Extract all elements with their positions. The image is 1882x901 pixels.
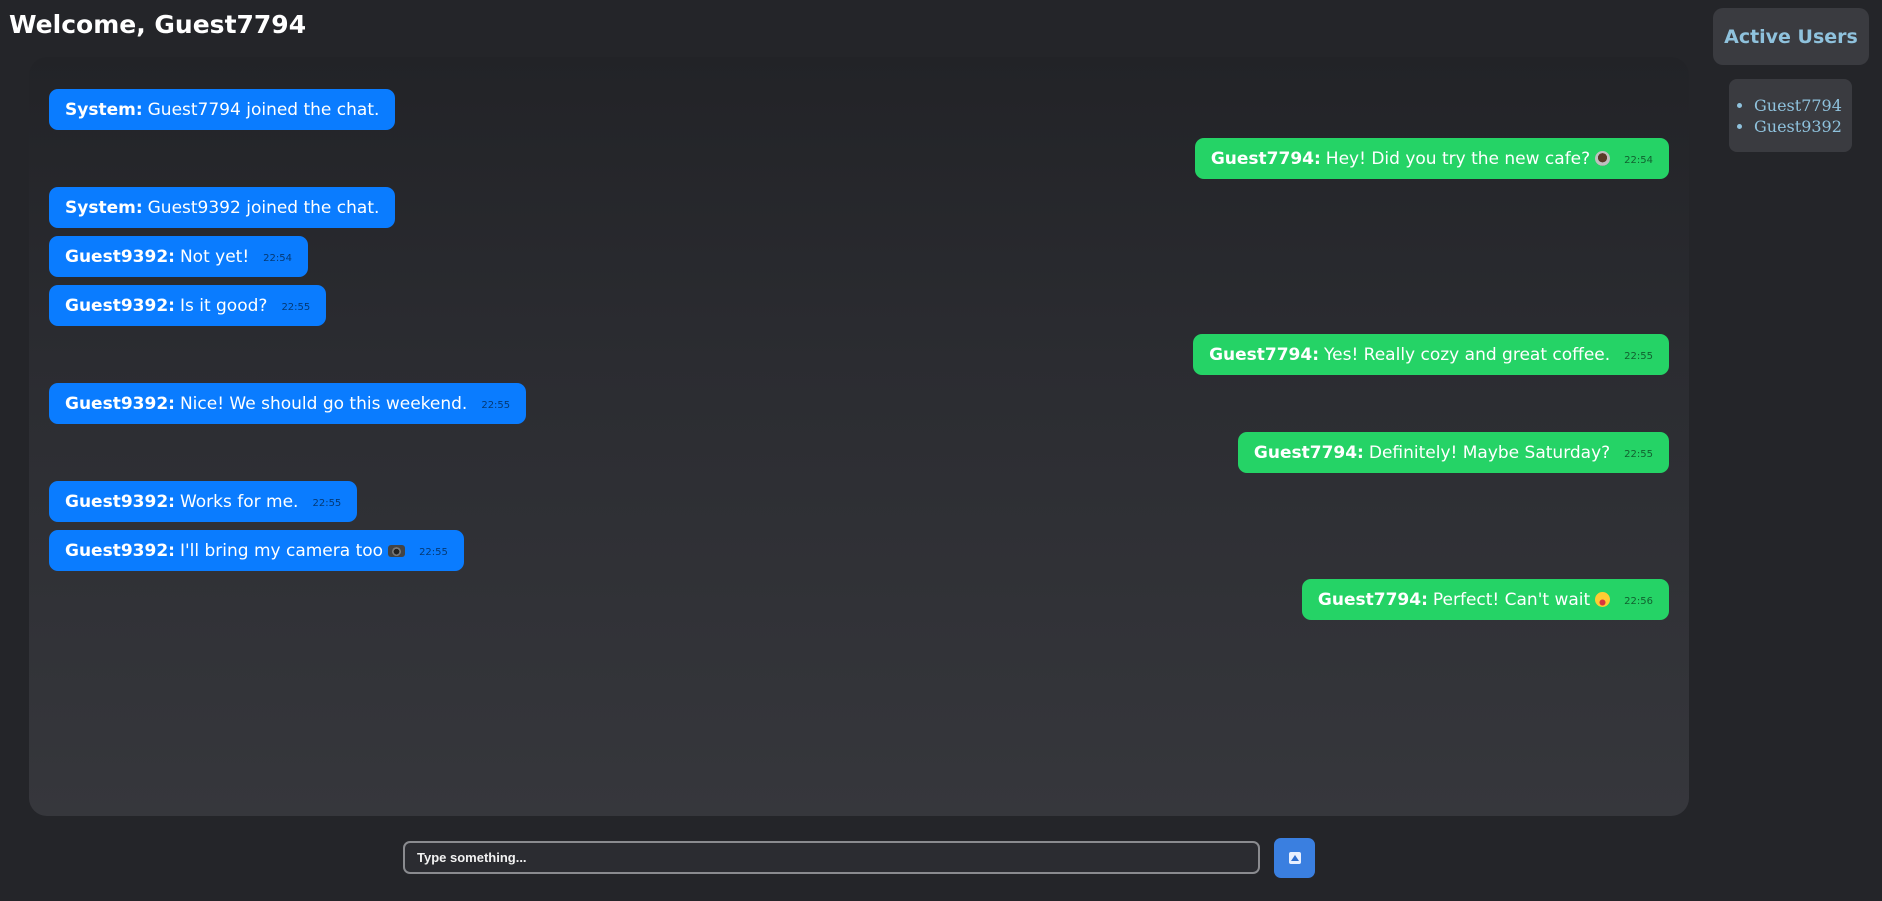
active-user-item: Guest7794 [1737,95,1852,116]
active-user-name: Guest7794 [1754,96,1842,115]
message-timestamp: 22:54 [263,253,292,264]
message-sender: Guest7794: [1210,148,1321,169]
message-row: System: Guest9392 joined the chat. [49,187,1669,228]
message-list: System: Guest7794 joined the chat. Guest77… [49,89,1669,620]
message-timestamp: 22:55 [1624,351,1653,362]
message-sender: Guest9392: [65,246,175,267]
message-sender: Guest9392: [65,491,175,512]
message-text: Not yet! [179,246,250,267]
message-sender: Guest9392: [65,393,175,414]
own-message-bubble: Guest7794: Yes! Really cozy and great cof… [1193,334,1669,375]
message-row: System: Guest7794 joined the chat. [49,89,1669,130]
message-bubble: Guest9392: I'll bring my camera too 22:55 [49,530,464,571]
message-sender: Guest9392: [65,295,175,316]
active-users-title: Active Users [1713,8,1869,65]
coffee-emoji-icon [1595,151,1611,166]
message-bubble: System: Guest9392 joined the chat. [49,187,396,228]
message-row: Guest7794: Definitely! Maybe Saturday? 22:… [49,432,1669,473]
camera-emoji-icon [388,544,406,557]
message-row: Guest9392: Works for me. 22:55 [49,481,1669,522]
message-bubble: Guest9392: Nice! We should go this weeken… [49,383,527,424]
message-row: Guest7794: Perfect! Can't wait 22:56 [49,579,1669,620]
message-timestamp: 22:56 [1624,596,1653,607]
message-text: Definitely! Maybe Saturday? [1368,442,1611,463]
message-timestamp: 22:55 [481,400,511,411]
smile-emoji-icon [1595,592,1611,607]
message-text: Hey! Did you try the new cafe? [1325,148,1591,169]
message-timestamp: 22:54 [1624,155,1653,166]
message-bubble: Guest9392: Works for me. 22:55 [49,481,358,522]
bullet-icon [1737,103,1742,108]
send-icon [1288,852,1301,864]
message-sender: Guest7794: [1253,442,1364,463]
message-row: Guest9392: Is it good? 22:55 [49,285,1669,326]
message-text: I'll bring my camera too [179,540,384,561]
message-row: Guest7794: Hey! Did you try the new cafe?… [49,138,1669,179]
message-row: Guest9392: Nice! We should go this weeken… [49,383,1669,424]
message-timestamp: 22:55 [1624,449,1653,460]
own-message-bubble: Guest7794: Hey! Did you try the new cafe?… [1194,138,1669,179]
message-row: Guest7794: Yes! Really cozy and great cof… [49,334,1669,375]
own-message-bubble: Guest7794: Perfect! Can't wait 22:56 [1301,579,1669,620]
message-input[interactable] [403,841,1260,874]
message-timestamp: 22:55 [281,302,311,313]
message-text: Perfect! Can't wait [1432,589,1591,610]
chat-app: Welcome, Guest7794 System: Guest7794 join… [0,0,1882,901]
message-sender: System: [65,99,143,120]
active-users-list: Guest7794 Guest9392 [1737,95,1852,137]
message-bubble: System: Guest7794 joined the chat. [49,89,396,130]
message-text: Guest7794 joined the chat. [147,99,380,120]
own-message-bubble: Guest7794: Definitely! Maybe Saturday? 22:… [1237,432,1669,473]
message-sender: Guest7794: [1317,589,1428,610]
message-text: Works for me. [179,491,299,512]
message-bubble: Guest9392: Not yet! 22:54 [49,236,308,277]
bullet-icon [1737,124,1742,129]
message-timestamp: 22:55 [419,547,448,558]
message-sender: Guest7794: [1209,344,1320,365]
message-text: Is it good? [179,295,268,316]
message-text: Yes! Really cozy and great coffee. [1324,344,1611,365]
send-button[interactable] [1274,838,1315,878]
active-users-panel: Guest7794 Guest9392 [1729,79,1852,152]
message-bubble: Guest9392: Is it good? 22:55 [49,285,327,326]
message-sender: System: [65,197,143,218]
chat-panel[interactable]: System: Guest7794 joined the chat. Guest77… [29,57,1689,816]
welcome-title: Welcome, Guest7794 [9,10,307,39]
message-row: Guest9392: Not yet! 22:54 [49,236,1669,277]
message-sender: Guest9392: [65,540,175,561]
message-text: Guest9392 joined the chat. [147,197,380,218]
message-text: Nice! We should go this weekend. [179,393,468,414]
active-user-item: Guest9392 [1737,116,1852,137]
message-timestamp: 22:55 [312,498,342,509]
active-user-name: Guest9392 [1754,117,1842,136]
message-row: Guest9392: I'll bring my camera too 22:55 [49,530,1669,571]
